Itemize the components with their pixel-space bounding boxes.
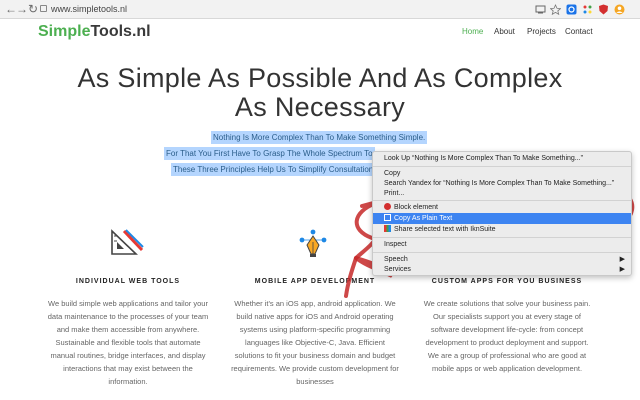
nav-contact[interactable]: Contact	[565, 27, 593, 36]
block-icon	[384, 202, 391, 210]
ctx-services[interactable]: Services ▶	[373, 264, 631, 275]
iknsuite-icon	[384, 224, 391, 232]
feature-title-web-tools: INDIVIDUAL WEB TOOLS	[75, 278, 181, 285]
feature-title-mobile: MOBILE APP DEVELOPMENT	[254, 278, 376, 285]
profile-avatar-icon[interactable]	[614, 4, 625, 15]
ctx-separator	[373, 237, 631, 238]
reload-icon[interactable]: ↻	[26, 2, 40, 16]
feature-body-custom: We create solutions that solve your busi…	[423, 299, 591, 373]
nav-about[interactable]: About	[494, 27, 515, 36]
browser-toolbar: ← → ↻ www.simpletools.nl	[0, 0, 640, 19]
extension-dots-icon[interactable]	[582, 4, 593, 15]
extension-shield-icon[interactable]	[598, 4, 609, 15]
ctx-separator	[373, 252, 631, 253]
ctx-services-label: Services	[384, 266, 411, 273]
logo-part-tools: Tools.nl	[90, 23, 151, 40]
context-menu: Look Up “Nothing Is More Complex Than To…	[372, 151, 632, 276]
submenu-arrow-icon: ▶	[619, 266, 625, 273]
ctx-look-up[interactable]: Look Up “Nothing Is More Complex Than To…	[373, 153, 631, 164]
url-text: www.simpletools.nl	[51, 4, 128, 14]
site-header: SimpleTools.nl Home About Projects Conta…	[0, 19, 640, 45]
hero-title: As Simple As Possible And As Complex As …	[77, 63, 563, 122]
nav-home[interactable]: Home	[462, 27, 483, 36]
ctx-share-label: Share selected text with IknSuite	[394, 226, 496, 233]
ctx-speech-label: Speech	[384, 256, 408, 263]
nav-projects[interactable]: Projects	[527, 27, 556, 36]
ctx-print[interactable]: Print...	[373, 188, 631, 199]
ctx-separator	[373, 200, 631, 201]
clipboard-icon	[384, 213, 391, 221]
ctx-block-element[interactable]: Block element	[373, 202, 631, 213]
star-icon[interactable]	[550, 4, 561, 15]
ctx-copy-plain-label: Copy As Plain Text	[394, 215, 453, 222]
ctx-inspect[interactable]: Inspect	[373, 239, 631, 250]
screenshot: ← → ↻ www.simpletools.nl SimpleTools.nl …	[0, 0, 640, 400]
selected-text-line-3[interactable]: These Three Principles Help Us To Simpli…	[171, 163, 378, 176]
ctx-copy-plain-text[interactable]: Copy As Plain Text	[373, 213, 631, 224]
ctx-separator	[373, 166, 631, 167]
address-bar[interactable]: www.simpletools.nl	[40, 2, 127, 16]
ruler-triangle-icon	[111, 229, 144, 255]
logo-part-simple: Simple	[38, 23, 91, 40]
cast-icon[interactable]	[535, 4, 546, 15]
extension-o-icon[interactable]	[566, 4, 577, 15]
feature-body-mobile: Whether it's an iOS app, android applica…	[231, 299, 399, 386]
site-logo[interactable]: SimpleTools.nl	[38, 23, 151, 41]
selected-text-line-2[interactable]: For That You First Have To Grasp The Who…	[164, 147, 375, 160]
ctx-block-label: Block element	[394, 204, 438, 211]
ctx-share-iknsuite[interactable]: Share selected text with IknSuite	[373, 224, 631, 235]
feature-body-web-tools: We build simple web applications and tai…	[47, 299, 209, 386]
feature-title-custom: CUSTOM APPS FOR YOU BUSINESS	[431, 278, 583, 285]
pen-nib-icon	[299, 229, 327, 257]
lock-icon	[40, 5, 47, 13]
selected-text-line-1[interactable]: Nothing Is More Complex Than To Make Som…	[211, 131, 428, 144]
